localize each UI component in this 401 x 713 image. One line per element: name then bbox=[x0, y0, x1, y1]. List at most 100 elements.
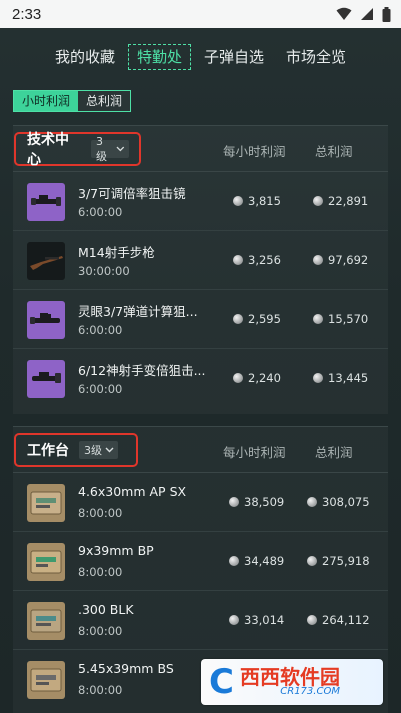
status-bar: 2:33 bbox=[0, 0, 401, 28]
coin-icon bbox=[313, 373, 323, 383]
coin-icon bbox=[307, 615, 317, 625]
item-time: 6:00:00 bbox=[78, 323, 123, 337]
item-name: 4.6x30mm AP SX bbox=[78, 484, 187, 499]
column-hourly-profit: 每小时利润 bbox=[223, 144, 286, 159]
station-name: 工作台 bbox=[27, 443, 69, 459]
level-dropdown[interactable]: 3级 bbox=[79, 441, 118, 459]
hourly-profit-value: 2,595 bbox=[248, 312, 281, 326]
column-total-profit: 总利润 bbox=[315, 144, 353, 159]
chevron-down-icon bbox=[116, 146, 125, 152]
level-dropdown[interactable]: 3级 bbox=[91, 135, 129, 163]
hourly-profit-value: 2,240 bbox=[248, 371, 281, 385]
item-time: 6:00:00 bbox=[78, 382, 123, 396]
item-name: .300 BLK bbox=[78, 602, 134, 617]
coin-icon bbox=[233, 314, 243, 324]
hourly-profit-value: 3,815 bbox=[248, 194, 281, 208]
watermark-url: CR173.COM bbox=[280, 686, 340, 697]
hourly-profit: 3,815 bbox=[233, 194, 281, 208]
total-profit: 97,692 bbox=[313, 253, 368, 267]
item-name: 9x39mm BP bbox=[78, 543, 154, 558]
total-profit-value: 275,918 bbox=[322, 554, 370, 568]
total-profit: 308,075 bbox=[307, 495, 370, 509]
item-time: 8:00:00 bbox=[78, 683, 123, 697]
hourly-profit: 2,595 bbox=[233, 312, 281, 326]
tab-total-profit[interactable]: 总利润 bbox=[78, 91, 131, 111]
column-total-profit: 总利润 bbox=[315, 445, 353, 460]
level-value: 3级 bbox=[84, 444, 102, 457]
item-name: 5.45x39mm BS bbox=[78, 661, 174, 676]
total-profit-value: 97,692 bbox=[328, 253, 369, 267]
item-name: 3/7可调倍率狙击镜 bbox=[78, 186, 186, 201]
coin-icon bbox=[313, 196, 323, 206]
wifi-icon bbox=[336, 7, 352, 20]
total-profit-value: 22,891 bbox=[328, 194, 369, 208]
total-profit: 264,112 bbox=[307, 613, 370, 627]
list-item[interactable]: 4.6x30mm AP SX 8:00:00 38,509 308,075 bbox=[13, 473, 388, 532]
item-time: 6:00:00 bbox=[78, 205, 123, 219]
item-name: 6/12神射手变倍狙击... bbox=[78, 363, 206, 378]
total-profit-value: 15,570 bbox=[328, 312, 369, 326]
status-time: 2:33 bbox=[12, 5, 42, 23]
section-header: 工作台 3级 每小时利润 总利润 bbox=[13, 427, 388, 473]
ammo-box-icon bbox=[27, 543, 65, 581]
list-item[interactable]: .300 BLK 8:00:00 33,014 264,112 bbox=[13, 591, 388, 650]
hourly-profit-value: 33,014 bbox=[244, 613, 285, 627]
app-screen: 我的收藏 特勤处 子弹自选 市场全览 小时利润 总利润 技术中心 3级 每小时利… bbox=[0, 28, 401, 713]
coin-icon bbox=[233, 373, 243, 383]
station-label: 技术中心 3级 bbox=[14, 132, 141, 168]
item-name: M14射手步枪 bbox=[78, 245, 155, 260]
tab-hourly-profit[interactable]: 小时利润 bbox=[14, 91, 79, 111]
nav-market-overview[interactable]: 市场全览 bbox=[277, 44, 355, 70]
watermark-logo: C 西西软件园 CR173.COM bbox=[201, 659, 383, 705]
status-icons bbox=[336, 6, 391, 22]
watermark-title: 西西软件园 bbox=[239, 665, 340, 689]
item-name: 灵眼3/7弹道计算狙... bbox=[78, 304, 198, 319]
scope-icon bbox=[27, 301, 65, 339]
coin-icon bbox=[229, 556, 239, 566]
ammo-box-icon bbox=[27, 484, 65, 522]
hourly-profit: 3,256 bbox=[233, 253, 281, 267]
chevron-down-icon bbox=[105, 447, 114, 453]
nav-ammo-picker[interactable]: 子弹自选 bbox=[195, 44, 273, 70]
total-profit: 275,918 bbox=[307, 554, 370, 568]
item-time: 8:00:00 bbox=[78, 506, 123, 520]
list-item[interactable]: 灵眼3/7弹道计算狙... 6:00:00 2,595 15,570 bbox=[13, 290, 388, 349]
coin-icon bbox=[229, 615, 239, 625]
coin-icon bbox=[307, 497, 317, 507]
scope-icon bbox=[27, 360, 65, 398]
rifle-icon bbox=[27, 242, 65, 280]
profit-tabs: 小时利润 总利润 bbox=[13, 90, 132, 112]
item-time: 8:00:00 bbox=[78, 565, 123, 579]
watermark-letter: C bbox=[209, 662, 234, 702]
level-value: 3级 bbox=[96, 134, 108, 163]
station-label: 工作台 3级 bbox=[14, 433, 138, 467]
watermark-text: 西西软件园 CR173.COM bbox=[240, 667, 340, 697]
hourly-profit-value: 34,489 bbox=[244, 554, 285, 568]
signal-icon bbox=[361, 8, 373, 20]
section-tech-center: 技术中心 3级 每小时利润 总利润 3/7可调倍率狙击镜 6:00:00 3,8… bbox=[13, 125, 388, 414]
list-item[interactable]: 9x39mm BP 8:00:00 34,489 275,918 bbox=[13, 532, 388, 591]
ammo-box-icon bbox=[27, 602, 65, 640]
ammo-box-icon bbox=[27, 661, 65, 699]
hourly-profit: 34,489 bbox=[229, 554, 284, 568]
hourly-profit-value: 3,256 bbox=[248, 253, 281, 267]
hourly-profit-value: 38,509 bbox=[244, 495, 285, 509]
total-profit-value: 308,075 bbox=[322, 495, 370, 509]
nav-special-ops[interactable]: 特勤处 bbox=[127, 44, 191, 70]
coin-icon bbox=[313, 255, 323, 265]
coin-icon bbox=[233, 196, 243, 206]
nav-favorites[interactable]: 我的收藏 bbox=[46, 44, 124, 70]
list-item[interactable]: M14射手步枪 30:00:00 3,256 97,692 bbox=[13, 231, 388, 290]
list-item[interactable]: 3/7可调倍率狙击镜 6:00:00 3,815 22,891 bbox=[13, 172, 388, 231]
section-header: 技术中心 3级 每小时利润 总利润 bbox=[13, 126, 388, 172]
hourly-profit: 38,509 bbox=[229, 495, 284, 509]
hourly-profit: 2,240 bbox=[233, 371, 281, 385]
total-profit: 22,891 bbox=[313, 194, 368, 208]
list-item[interactable]: 6/12神射手变倍狙击... 6:00:00 2,240 13,445 bbox=[13, 349, 388, 408]
column-hourly-profit: 每小时利润 bbox=[223, 445, 286, 460]
station-name: 技术中心 bbox=[27, 132, 69, 168]
top-nav: 我的收藏 特勤处 子弹自选 市场全览 bbox=[0, 44, 401, 70]
total-profit-value: 13,445 bbox=[328, 371, 369, 385]
item-time: 8:00:00 bbox=[78, 624, 123, 638]
coin-icon bbox=[313, 314, 323, 324]
